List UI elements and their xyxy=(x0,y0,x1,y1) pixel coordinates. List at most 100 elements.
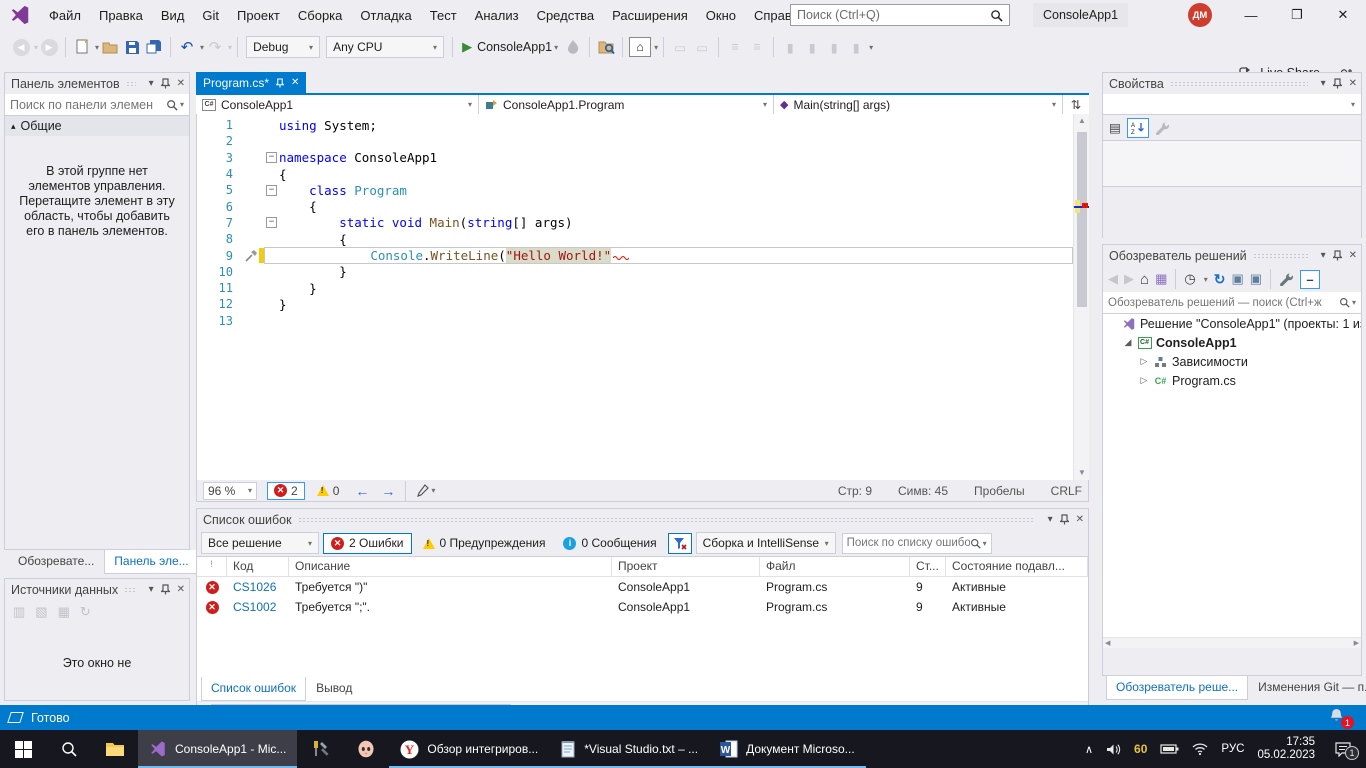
platform-dropdown[interactable]: Any CPU▾ xyxy=(326,36,444,58)
menu-9[interactable]: Средства xyxy=(528,0,604,30)
increase-indent-icon[interactable]: ≡ xyxy=(747,35,767,59)
scroll-down-icon[interactable]: ▼ xyxy=(1074,466,1089,480)
error-row-CS1026[interactable]: ✕CS1026Требуется ")"ConsoleApp1Program.c… xyxy=(197,577,1088,597)
home-icon[interactable]: ⌂ xyxy=(1140,271,1149,288)
save-all-icon[interactable] xyxy=(144,35,164,59)
close-icon[interactable]: ✕ xyxy=(177,584,185,595)
volume-icon[interactable] xyxy=(1106,743,1121,756)
window-position-icon[interactable]: ▾ xyxy=(149,78,154,89)
menu-8[interactable]: Анализ xyxy=(466,0,528,30)
tree-item-0[interactable]: Решение "ConsoleApp1" (проекты: 1 из 1) xyxy=(1103,314,1361,333)
scrollbar-thumb[interactable] xyxy=(1077,132,1087,307)
close-icon[interactable]: ✕ xyxy=(1076,514,1084,525)
close-icon[interactable]: ✕ xyxy=(1349,78,1357,89)
messages-filter-button[interactable]: i0 Сообщения xyxy=(556,533,663,554)
code-line-13[interactable]: 13 xyxy=(197,313,1073,329)
code-line-8[interactable]: 8 { xyxy=(197,231,1073,247)
warnings-filter-button[interactable]: 0 Предупреждения xyxy=(416,533,553,554)
toolbox-group-header[interactable]: ▴ Общие xyxy=(5,116,189,136)
error-table-header[interactable]: ! Код Описание Проект Файл Ст... Состоян… xyxy=(197,557,1088,577)
close-button[interactable]: ✕ xyxy=(1320,0,1366,30)
status-spaces[interactable]: Пробелы xyxy=(974,484,1025,498)
properties-icon[interactable] xyxy=(1279,272,1294,286)
scroll-left-icon[interactable]: ◀ xyxy=(1105,639,1110,647)
menu-7[interactable]: Тест xyxy=(421,0,466,30)
pin-icon[interactable] xyxy=(276,78,284,88)
tab-solution-explorer-left[interactable]: Обозревате... xyxy=(8,550,104,574)
error-count-button[interactable]: ✕2 xyxy=(267,482,305,500)
back-icon[interactable]: ◀ xyxy=(1108,271,1118,287)
property-pages-icon[interactable] xyxy=(1155,121,1170,135)
breadcrumb-class-dropdown[interactable]: ConsoleApp1.Program▾ xyxy=(479,95,774,114)
code-line-1[interactable]: 1using System; xyxy=(197,117,1073,133)
action-center-icon[interactable]: 1 xyxy=(1328,742,1358,757)
clear-filters-button[interactable] xyxy=(668,533,692,554)
quick-search-box[interactable]: Поиск (Ctrl+Q) xyxy=(790,4,1010,26)
code-line-7[interactable]: 7− static void Main(string[] args) xyxy=(197,215,1073,231)
new-file-icon[interactable] xyxy=(72,35,92,59)
show-all-files-icon[interactable]: ▣ xyxy=(1250,271,1262,287)
toolbox-search-box[interactable]: Поиск по панели элемен ▾ xyxy=(5,94,189,116)
solution-search-box[interactable]: Обозреватель решений — поиск (Ctrl+ж ▾ xyxy=(1103,292,1361,314)
status-eol[interactable]: CRLF xyxy=(1051,484,1082,498)
alphabetical-sort-icon[interactable]: AZ xyxy=(1127,118,1149,138)
configuration-dropdown[interactable]: Debug▾ xyxy=(246,36,320,58)
scroll-up-icon[interactable]: ▲ xyxy=(1074,114,1089,128)
start-debugging-button[interactable]: ▶ ConsoleApp1 ▾ xyxy=(462,39,558,55)
tab-toolbox[interactable]: Панель эле... xyxy=(104,550,198,574)
menu-5[interactable]: Сборка xyxy=(289,0,352,30)
user-avatar[interactable]: ДМ xyxy=(1188,3,1212,27)
pin-icon[interactable] xyxy=(161,584,170,595)
menu-4[interactable]: Проект xyxy=(228,0,289,30)
split-editor-icon[interactable]: ⇅ xyxy=(1063,95,1089,114)
save-icon[interactable] xyxy=(122,35,142,59)
next-bookmark-icon[interactable]: ▮ xyxy=(824,35,844,59)
preview-selected-items-icon[interactable]: – xyxy=(1300,270,1320,289)
pin-icon[interactable] xyxy=(161,78,170,89)
expander-expanded-icon[interactable]: ◢ xyxy=(1123,337,1133,348)
tree-item-2[interactable]: ▷Зависимости xyxy=(1103,352,1361,371)
tab-error-list[interactable]: Список ошибок xyxy=(201,677,306,701)
code-line-12[interactable]: 12} xyxy=(197,296,1073,312)
pinned-tools-app[interactable] xyxy=(297,730,343,768)
code-line-2[interactable]: 2 xyxy=(197,133,1073,149)
navigate-forward-arrow-icon[interactable]: → xyxy=(381,483,395,499)
add-data-source-icon[interactable]: ▥ xyxy=(13,604,25,620)
pending-changes-filter-icon[interactable]: ◷ xyxy=(1184,271,1195,287)
categorized-icon[interactable]: ▤ xyxy=(1109,120,1121,135)
hot-reload-icon[interactable] xyxy=(563,35,583,59)
menu-6[interactable]: Отладка xyxy=(351,0,420,30)
tree-item-1[interactable]: ◢C#ConsoleApp1 xyxy=(1103,333,1361,352)
collapse-all-icon[interactable]: ▣ xyxy=(1231,271,1243,287)
clear-bookmarks-icon[interactable]: ▮ xyxy=(846,35,866,59)
word-window[interactable]: WДокумент Microso... xyxy=(709,730,866,768)
window-position-icon[interactable]: ▾ xyxy=(1048,514,1053,525)
expander-collapsed-icon[interactable]: ▷ xyxy=(1139,375,1149,386)
start-button[interactable] xyxy=(0,730,46,768)
pin-icon[interactable] xyxy=(1333,78,1342,89)
toggle-bookmark-icon[interactable]: ▮ xyxy=(780,35,800,59)
warning-count-button[interactable]: 0 xyxy=(317,484,340,498)
redo-icon[interactable]: ↷ xyxy=(205,35,225,59)
code-line-4[interactable]: 4{ xyxy=(197,166,1073,182)
sync-with-active-document-icon[interactable]: ⌂ xyxy=(629,37,651,57)
comment-icon[interactable]: ▭ xyxy=(670,35,690,59)
network-meter[interactable]: 60 xyxy=(1134,742,1147,756)
navigate-back-icon[interactable]: ◀ xyxy=(11,35,31,59)
menu-1[interactable]: Правка xyxy=(90,0,152,30)
tab-git-changes[interactable]: Изменения Git — п... xyxy=(1248,676,1366,700)
menu-3[interactable]: Git xyxy=(193,0,228,30)
refresh-icon[interactable]: ↻ xyxy=(80,604,91,620)
menu-2[interactable]: Вид xyxy=(152,0,194,30)
taskbar-search[interactable] xyxy=(46,730,92,768)
code-line-3[interactable]: 3−namespace ConsoleApp1 xyxy=(197,150,1073,166)
switch-views-icon[interactable]: ▦ xyxy=(1155,271,1167,287)
visual-studio-window[interactable]: ConsoleApp1 - Mic... xyxy=(138,730,297,768)
error-code-link[interactable]: CS1026 xyxy=(227,580,289,594)
breadcrumb-project-dropdown[interactable]: C# ConsoleApp1▾ xyxy=(196,95,479,114)
code-line-9[interactable]: 9 Console.WriteLine("Hello World!" xyxy=(197,247,1073,263)
code-line-10[interactable]: 10 } xyxy=(197,264,1073,280)
notepad-window[interactable]: *Visual Studio.txt – ... xyxy=(549,730,709,768)
prev-bookmark-icon[interactable]: ▮ xyxy=(802,35,822,59)
close-icon[interactable]: ✕ xyxy=(1349,250,1357,261)
